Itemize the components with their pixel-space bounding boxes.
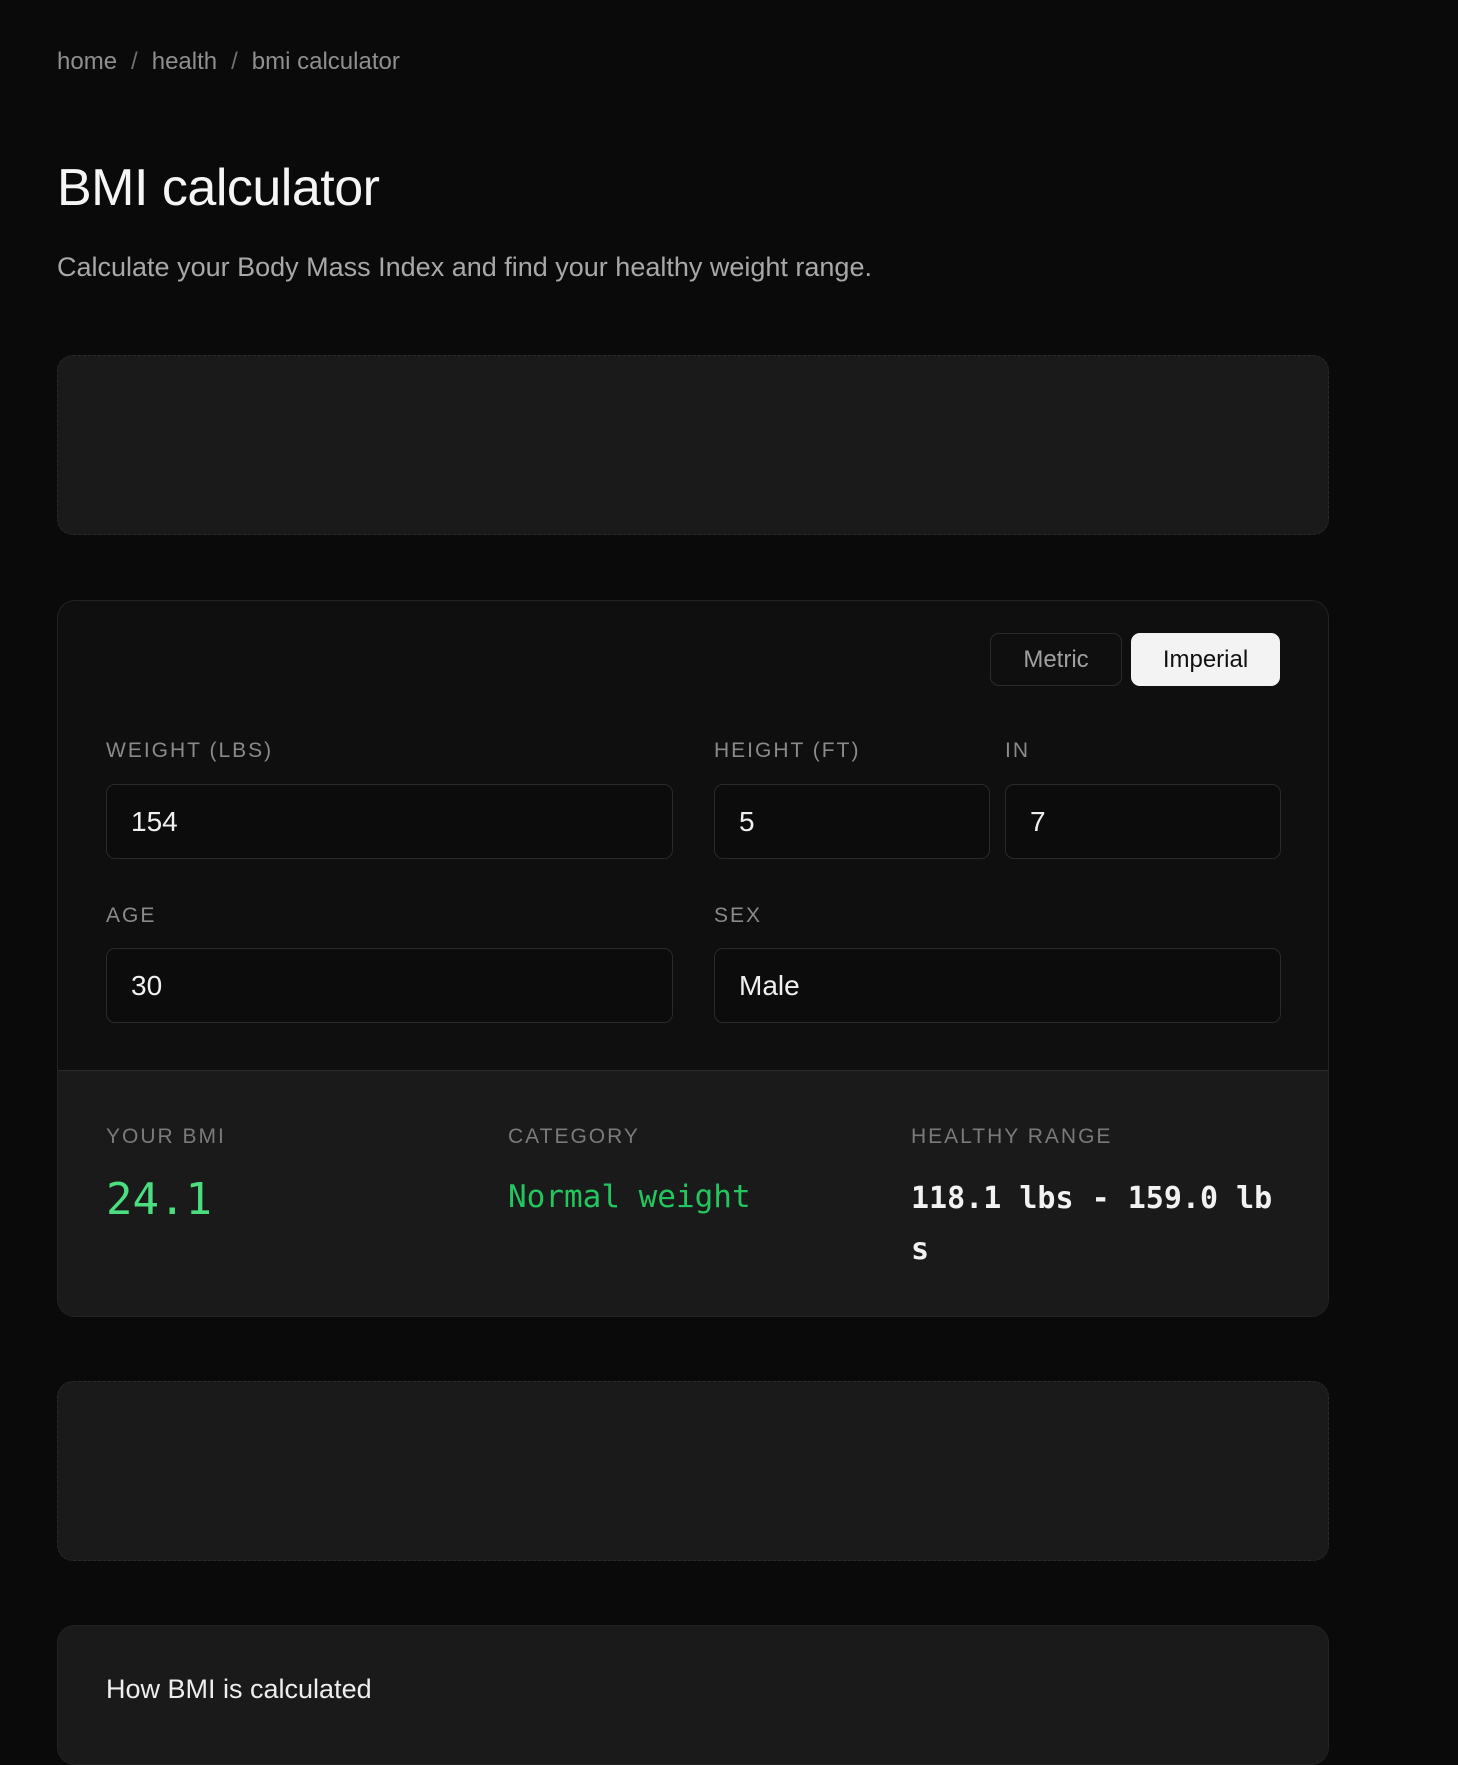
imperial-toggle-button[interactable]: Imperial [1131, 633, 1280, 686]
height-ft-input[interactable]: 5 [714, 784, 990, 859]
weight-input[interactable]: 154 [106, 784, 673, 859]
age-input[interactable]: 30 [106, 948, 673, 1023]
height-in-input[interactable]: 7 [1005, 784, 1281, 859]
page-title: BMI calculator [57, 159, 380, 217]
sex-label: SEX [714, 904, 763, 927]
sex-select[interactable]: Male [714, 948, 1281, 1023]
bmi-info-card: How BMI is calculated [57, 1625, 1329, 1765]
category-label: CATEGORY [508, 1125, 640, 1148]
ad-placeholder-bottom [57, 1381, 1329, 1561]
bmi-result-label: YOUR BMI [106, 1125, 226, 1148]
healthy-range-label: HEALTHY RANGE [911, 1125, 1113, 1148]
ad-placeholder-top [57, 355, 1329, 535]
breadcrumb-home-link[interactable]: home [57, 48, 117, 75]
info-card-title: How BMI is calculated [106, 1674, 372, 1704]
bmi-result-value: 24.1 [106, 1174, 212, 1225]
breadcrumb-separator: / [131, 48, 138, 75]
metric-toggle-button[interactable]: Metric [990, 633, 1122, 686]
breadcrumb-current: bmi calculator [251, 48, 400, 75]
results-panel: YOUR BMI 24.1 CATEGORY Normal weight HEA… [58, 1070, 1328, 1316]
unit-toggle: Metric Imperial [990, 633, 1280, 686]
healthy-range-value: 118.1 lbs - 159.0 lbs [911, 1181, 1273, 1267]
weight-label: WEIGHT (LBS) [106, 739, 274, 762]
category-value: Normal weight [508, 1179, 751, 1215]
height-ft-label: HEIGHT (FT) [714, 739, 861, 762]
page-subtitle: Calculate your Body Mass Index and find … [57, 252, 872, 282]
breadcrumb-separator: / [231, 48, 238, 75]
height-in-label: IN [1005, 739, 1030, 762]
bmi-calculator-card: Metric Imperial WEIGHT (LBS) 154 HEIGHT … [57, 600, 1329, 1317]
breadcrumb-health-link[interactable]: health [152, 48, 217, 75]
breadcrumb: home / health / bmi calculator [57, 48, 400, 76]
age-label: AGE [106, 904, 157, 927]
